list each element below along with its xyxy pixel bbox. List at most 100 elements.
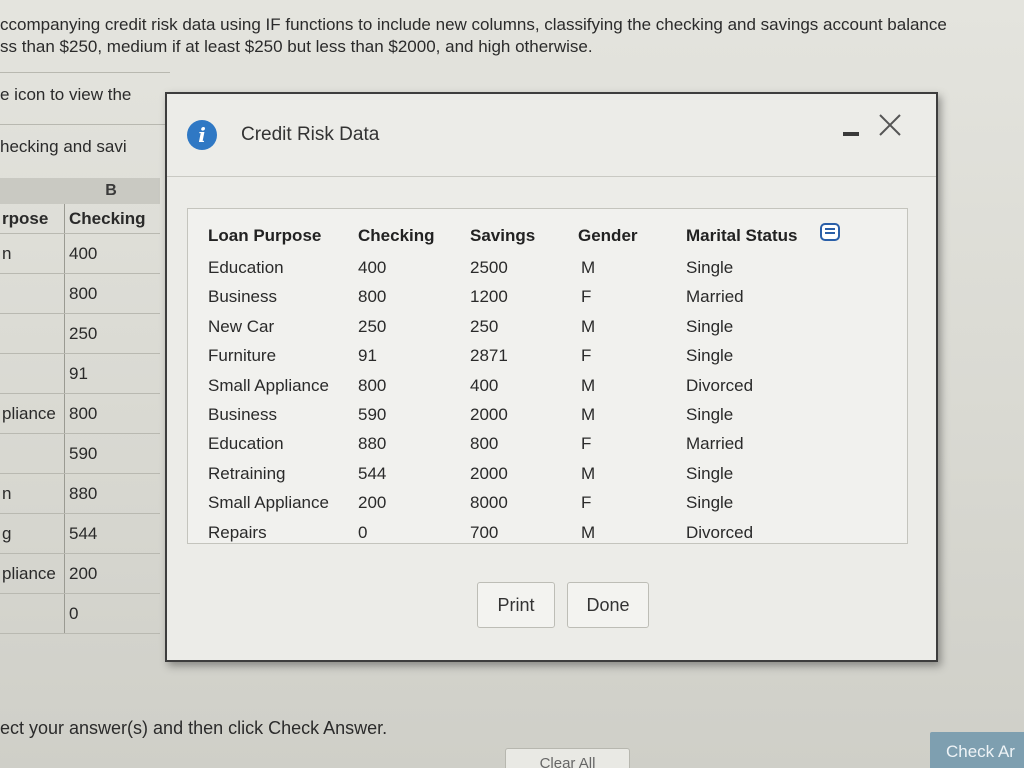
cell-a[interactable]: n — [0, 244, 64, 264]
cell-marital-status: Divorced — [686, 375, 754, 395]
sheet-row: n 400 — [0, 234, 160, 274]
cell-loan-purpose: Repairs — [208, 522, 267, 542]
dialog-title: Credit Risk Data — [241, 124, 380, 145]
cell-b[interactable]: 880 — [64, 474, 158, 513]
instruction-line-1: ccompanying credit risk data using IF fu… — [0, 15, 947, 34]
cell-marital-status: Married — [686, 287, 744, 307]
cell-b[interactable]: 91 — [64, 354, 158, 393]
column-savings: Savings 2500 1200 250 2871 400 2000 800 2000 800… — [470, 223, 570, 547]
cell-marital-status: Single — [686, 316, 734, 336]
sheet-row: pliance 200 — [0, 554, 160, 594]
cell-a-header[interactable]: rpose — [0, 209, 64, 229]
cell-loan-purpose: Education — [208, 258, 284, 277]
cell-marital-status: Single — [686, 404, 734, 424]
sheet-row: pliance 800 — [0, 394, 160, 434]
cell-a[interactable]: pliance — [0, 564, 64, 584]
cell-loan-purpose: New Car — [208, 316, 275, 336]
cell-marital-status: Single — [686, 463, 734, 483]
cell-marital-status: Single — [686, 346, 734, 366]
sheet-row: g 544 — [0, 514, 160, 554]
print-button[interactable]: Print — [477, 582, 555, 628]
cell-marital-status: Single — [686, 493, 734, 513]
sheet-row: 800 — [0, 274, 160, 314]
cell-gender: M — [581, 316, 596, 336]
column-checking: Checking 400 800 250 91 800 590 880 544 200 0 — [358, 223, 468, 547]
cell-gender: M — [581, 404, 596, 424]
column-loan-purpose: Loan Purpose Education Business New Car Fur… — [208, 223, 358, 547]
cell-savings: 800 — [470, 434, 499, 454]
divider — [0, 72, 170, 73]
cell-checking: 0 — [358, 522, 368, 542]
cell-a[interactable]: n — [0, 484, 64, 504]
cell-a[interactable]: pliance — [0, 404, 64, 424]
info-icon: i — [187, 120, 217, 150]
cell-checking: 800 — [358, 287, 387, 307]
cell-b[interactable]: 800 — [64, 274, 158, 313]
column-b-header[interactable]: B — [64, 178, 158, 204]
divider — [0, 124, 170, 125]
sheet-header-row: rpose Checking — [0, 204, 160, 234]
column-marital-status: Marital Status Single Married Single Single… — [686, 223, 836, 547]
check-answer-button[interactable]: Check Ar — [930, 732, 1024, 768]
cell-checking: 544 — [358, 463, 387, 483]
cell-gender: F — [581, 434, 592, 454]
header-checking: Checking — [358, 226, 435, 245]
cell-savings: 2000 — [470, 404, 508, 424]
minimize-button[interactable] — [839, 118, 865, 144]
instruction-line-2: ss than $250, medium if at least $250 bu… — [0, 37, 593, 56]
cell-b[interactable]: 250 — [64, 314, 158, 353]
cell-savings: 2871 — [470, 346, 508, 366]
done-button[interactable]: Done — [567, 582, 649, 628]
cell-b[interactable]: 800 — [64, 394, 158, 433]
cell-marital-status: Married — [686, 434, 744, 454]
clear-all-button[interactable]: Clear All — [505, 748, 630, 768]
header-savings: Savings — [470, 226, 536, 245]
cell-gender: M — [581, 258, 596, 277]
question-instruction: ccompanying credit risk data using IF fu… — [0, 14, 1024, 58]
dialog-titlebar: i Credit Risk Data — [167, 94, 936, 176]
cell-gender: F — [581, 287, 592, 307]
cell-b-header[interactable]: Checking — [64, 204, 158, 233]
column-a-header — [0, 178, 64, 204]
cell-loan-purpose: Furniture — [208, 346, 277, 366]
cell-savings: 700 — [470, 522, 499, 542]
spreadsheet: B rpose Checking n 400 800 250 91 pliance 800 5… — [0, 178, 160, 634]
cell-loan-purpose: Small Appliance — [208, 375, 329, 395]
titlebar-divider — [167, 176, 936, 177]
cell-a[interactable]: g — [0, 524, 64, 544]
header-gender: Gender — [578, 226, 638, 245]
cell-savings: 2500 — [470, 258, 508, 277]
cell-checking: 800 — [358, 375, 387, 395]
cell-savings: 400 — [470, 375, 499, 395]
credit-risk-data-dialog: i Credit Risk Data Loan Purpose Educatio… — [165, 92, 938, 662]
header-loan-purpose: Loan Purpose — [208, 226, 322, 245]
cell-checking: 250 — [358, 316, 387, 336]
cell-gender: F — [581, 493, 592, 513]
cell-gender: M — [581, 463, 596, 483]
column-gender: Gender MFMFMMFMFM — [578, 223, 668, 547]
cell-gender: F — [581, 346, 592, 366]
sheet-row: 0 — [0, 594, 160, 634]
cell-loan-purpose: Education — [208, 434, 284, 454]
close-button[interactable] — [873, 108, 907, 142]
sheet-row: 590 — [0, 434, 160, 474]
cell-loan-purpose: Retraining — [208, 463, 286, 483]
sheet-row: 91 — [0, 354, 160, 394]
cell-checking: 880 — [358, 434, 387, 454]
check-answer-instruction: ect your answer(s) and then click Check … — [0, 718, 388, 738]
cell-b[interactable]: 544 — [64, 514, 158, 553]
cell-loan-purpose: Business — [208, 287, 277, 307]
cell-gender: M — [581, 522, 596, 542]
cell-marital-status: Divorced — [686, 522, 754, 542]
cell-loan-purpose: Business — [208, 404, 277, 424]
view-data-hint: e icon to view the — [0, 85, 132, 104]
cell-b[interactable]: 590 — [64, 434, 158, 473]
cell-b[interactable]: 400 — [64, 234, 158, 273]
cell-savings: 2000 — [470, 463, 508, 483]
cell-savings: 8000 — [470, 493, 508, 513]
cell-b[interactable]: 0 — [64, 594, 158, 633]
cell-b[interactable]: 200 — [64, 554, 158, 593]
cell-checking: 200 — [358, 493, 387, 513]
copy-to-spreadsheet-icon[interactable] — [820, 223, 840, 241]
column-header-row: B — [0, 178, 160, 204]
